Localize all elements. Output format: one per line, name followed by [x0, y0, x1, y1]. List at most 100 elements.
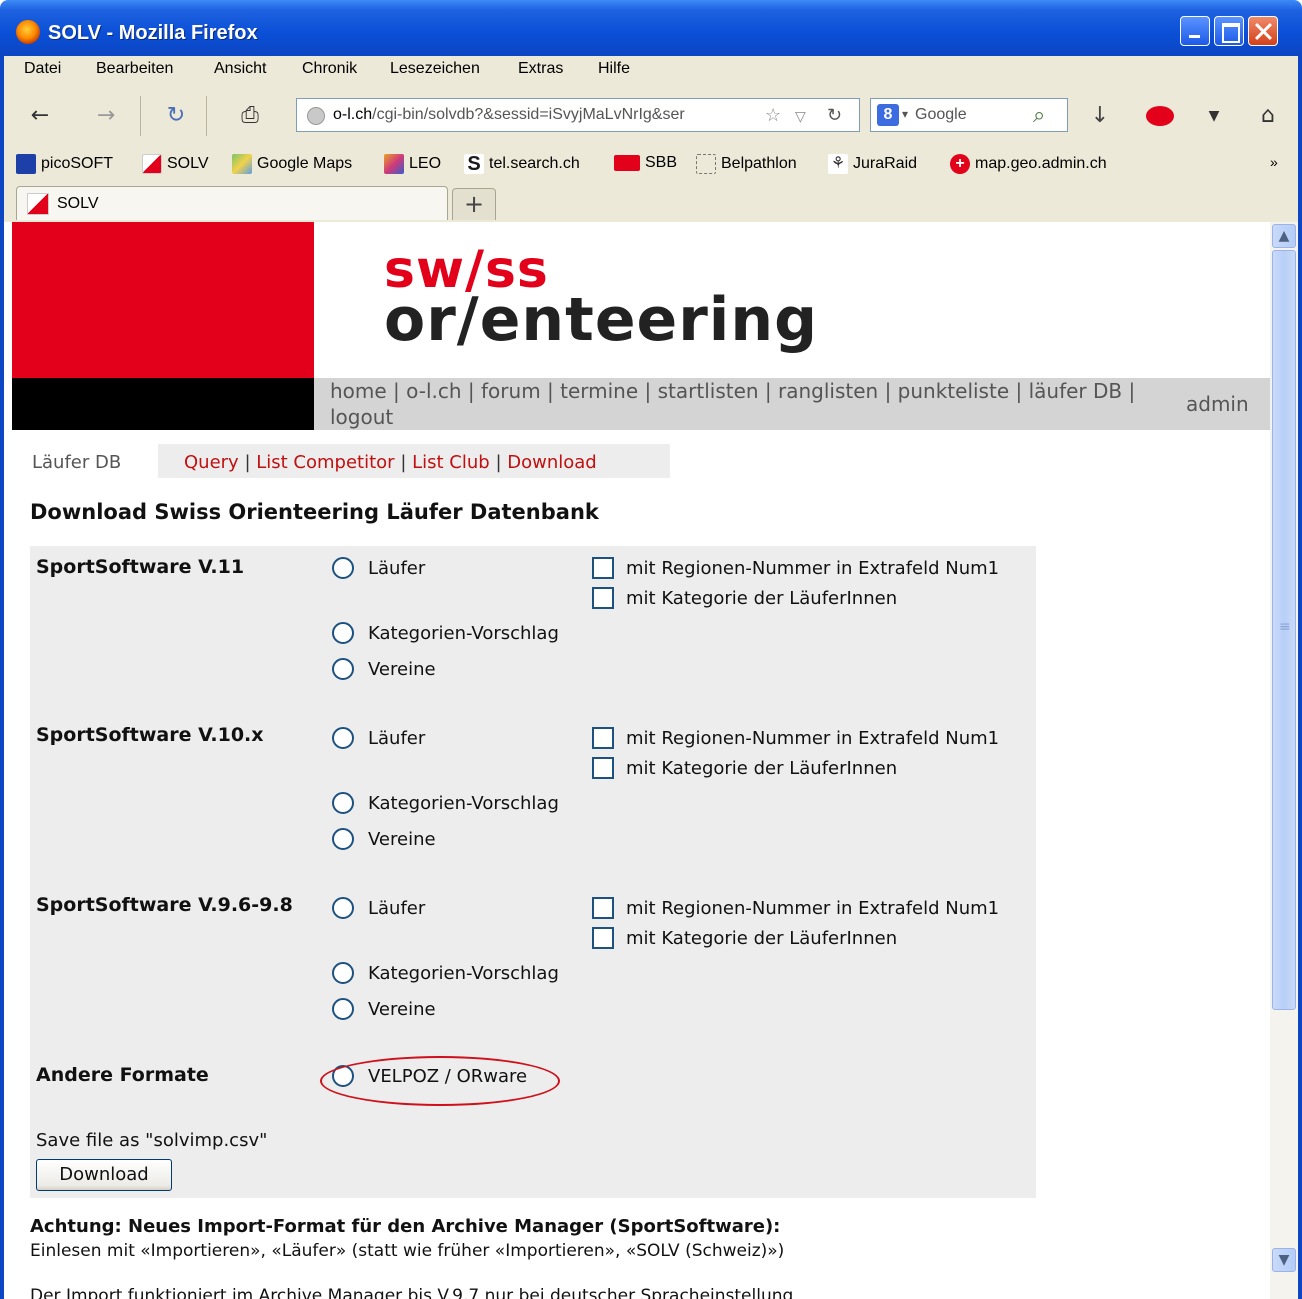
bookmark-sbb[interactable]: SBB	[614, 154, 677, 172]
section-label: SportSoftware V.9.6-9.8	[36, 894, 293, 916]
url-dropdown-icon[interactable]: ▽	[795, 108, 806, 125]
check-kategorie-v10[interactable]: mit Kategorie der LäuferInnen	[592, 757, 897, 779]
radio-button[interactable]	[332, 828, 354, 850]
import-note-line: Der Import funktioniert im Archive Manag…	[30, 1286, 794, 1299]
scroll-down-arrow-icon[interactable]: ▼	[1272, 1248, 1296, 1272]
window-title: SOLV - Mozilla Firefox	[48, 22, 258, 44]
radio-laeufer-v10[interactable]: Läufer	[332, 727, 425, 749]
juraraid-icon: ⚘	[828, 154, 848, 174]
radio-button[interactable]	[332, 727, 354, 749]
check-kategorie-v9[interactable]: mit Kategorie der LäuferInnen	[592, 927, 897, 949]
bookmark-star-icon[interactable]: ☆	[765, 105, 781, 126]
bookmark-map-geo-admin[interactable]: + map.geo.admin.ch	[950, 154, 1107, 174]
search-magnifier-icon[interactable]: ⌕	[1033, 102, 1045, 128]
menu-ansicht[interactable]: Ansicht	[214, 60, 266, 78]
radio-button[interactable]	[332, 792, 354, 814]
checkbox[interactable]	[592, 587, 614, 609]
radio-laeufer-v11[interactable]: Läufer	[332, 557, 425, 579]
tab-solv[interactable]: SOLV	[16, 186, 448, 220]
bookmark-picosoft[interactable]: picoSOFT	[16, 154, 113, 174]
checkbox[interactable]	[592, 557, 614, 579]
vertical-scrollbar[interactable]: ▲ ▼	[1270, 222, 1298, 1299]
download-arrow-icon[interactable]: ↓	[1084, 100, 1116, 132]
radio-button[interactable]	[332, 897, 354, 919]
menu-chronik[interactable]: Chronik	[302, 60, 357, 78]
toolbar-separator	[206, 96, 207, 136]
print-icon[interactable]: ⎙	[234, 100, 266, 132]
search-engine-icon[interactable]: 8	[877, 104, 899, 126]
menu-bearbeiten[interactable]: Bearbeiten	[96, 60, 173, 78]
bookmark-leo[interactable]: LEO	[384, 154, 441, 174]
subnav-links: Query | List Competitor | List Club | Do…	[184, 452, 597, 473]
page-viewport: sw/ss or/enteering home | o-l.ch | forum…	[12, 222, 1270, 1299]
forward-arrow-icon[interactable]: →	[90, 100, 122, 132]
checkbox[interactable]	[592, 727, 614, 749]
url-text[interactable]: o-l.ch/cgi-bin/solvdb?&sessid=iSvyjMaLvN…	[333, 106, 753, 124]
menu-lesezeichen[interactable]: Lesezeichen	[390, 60, 480, 78]
bookmarks-toolbar: picoSOFT SOLV Google Maps LEO Stel.searc…	[4, 146, 1298, 182]
addon-dropdown-icon[interactable]: ▼	[1198, 100, 1230, 132]
radio-vereine-v9[interactable]: Vereine	[332, 998, 436, 1020]
checkbox[interactable]	[592, 927, 614, 949]
sbb-icon	[614, 155, 640, 171]
solv-favicon-icon	[27, 193, 49, 215]
swiss-orienteering-logo[interactable]: sw/ss or/enteering	[384, 244, 818, 350]
fritz-addon-icon[interactable]	[1144, 100, 1176, 132]
check-kategorie-v11[interactable]: mit Kategorie der LäuferInnen	[592, 587, 897, 609]
radio-vereine-v11[interactable]: Vereine	[332, 658, 436, 680]
menu-datei[interactable]: Datei	[24, 60, 61, 78]
checkbox[interactable]	[592, 757, 614, 779]
check-regionen-v10[interactable]: mit Regionen-Nummer in Extrafeld Num1	[592, 727, 999, 749]
bookmarks-overflow-chevron-icon[interactable]: »	[1270, 154, 1278, 170]
radio-button[interactable]	[332, 962, 354, 984]
section-label: Andere Formate	[36, 1064, 209, 1086]
download-button[interactable]: Download	[36, 1159, 172, 1191]
radio-kategorien-v10[interactable]: Kategorien-Vorschlag	[332, 792, 559, 814]
back-arrow-icon[interactable]: ←	[24, 100, 56, 132]
subnav-list-club-link[interactable]: List Club	[412, 452, 490, 473]
home-icon[interactable]: ⌂	[1252, 100, 1284, 132]
check-regionen-v11[interactable]: mit Regionen-Nummer in Extrafeld Num1	[592, 557, 999, 579]
bookmark-google-maps[interactable]: Google Maps	[232, 154, 352, 174]
site-identity-icon[interactable]	[307, 107, 325, 125]
bookmark-solv[interactable]: SOLV	[142, 154, 209, 174]
subnav-list-competitor-link[interactable]: List Competitor	[256, 452, 394, 473]
maximize-button[interactable]	[1214, 16, 1244, 46]
save-as-hint: Save file as "solvimp.csv"	[36, 1130, 268, 1151]
radio-button[interactable]	[332, 658, 354, 680]
site-nav-links[interactable]: home | o-l.ch | forum | termine | startl…	[330, 378, 1170, 430]
scroll-up-arrow-icon[interactable]: ▲	[1272, 224, 1296, 248]
url-bar[interactable]: o-l.ch/cgi-bin/solvdb?&sessid=iSvyjMaLvN…	[296, 98, 860, 132]
subnav-download-link[interactable]: Download	[507, 452, 596, 473]
subnav-query-link[interactable]: Query	[184, 452, 239, 473]
firefox-logo-icon	[16, 20, 40, 44]
section-label: SportSoftware V.10.x	[36, 724, 264, 746]
radio-button[interactable]	[332, 998, 354, 1020]
radio-button[interactable]	[332, 557, 354, 579]
radio-vereine-v10[interactable]: Vereine	[332, 828, 436, 850]
admin-link[interactable]: admin	[1186, 392, 1249, 416]
window-frame-left	[0, 56, 4, 1299]
radio-laeufer-v9[interactable]: Läufer	[332, 897, 425, 919]
new-tab-button[interactable]: +	[452, 188, 496, 220]
menu-extras[interactable]: Extras	[518, 60, 563, 78]
scroll-thumb[interactable]	[1272, 250, 1296, 1010]
bookmark-belpathlon[interactable]: Belpathlon	[696, 154, 797, 174]
checkbox[interactable]	[592, 897, 614, 919]
search-engine-dropdown-icon[interactable]: ▾	[902, 107, 908, 121]
navigation-toolbar: ← → ↻ ⎙ o-l.ch/cgi-bin/solvdb?&sessid=iS…	[4, 86, 1298, 146]
menu-hilfe[interactable]: Hilfe	[598, 60, 630, 78]
radio-button[interactable]	[332, 622, 354, 644]
reload-icon[interactable]: ↻	[827, 105, 842, 126]
minimize-button[interactable]	[1180, 16, 1210, 46]
history-icon[interactable]: ↻	[160, 100, 192, 132]
search-bar[interactable]: 8 ▾ Google ⌕	[870, 98, 1068, 132]
bookmark-juraraid[interactable]: ⚘ JuraRaid	[828, 154, 917, 174]
close-window-button[interactable]	[1248, 16, 1278, 46]
radio-kategorien-v9[interactable]: Kategorien-Vorschlag	[332, 962, 559, 984]
check-regionen-v9[interactable]: mit Regionen-Nummer in Extrafeld Num1	[592, 897, 999, 919]
bookmark-tel-search[interactable]: Stel.search.ch	[464, 154, 580, 174]
radio-kategorien-v11[interactable]: Kategorien-Vorschlag	[332, 622, 559, 644]
highlight-circle-annotation	[320, 1056, 560, 1106]
tel-search-icon: S	[464, 154, 484, 174]
